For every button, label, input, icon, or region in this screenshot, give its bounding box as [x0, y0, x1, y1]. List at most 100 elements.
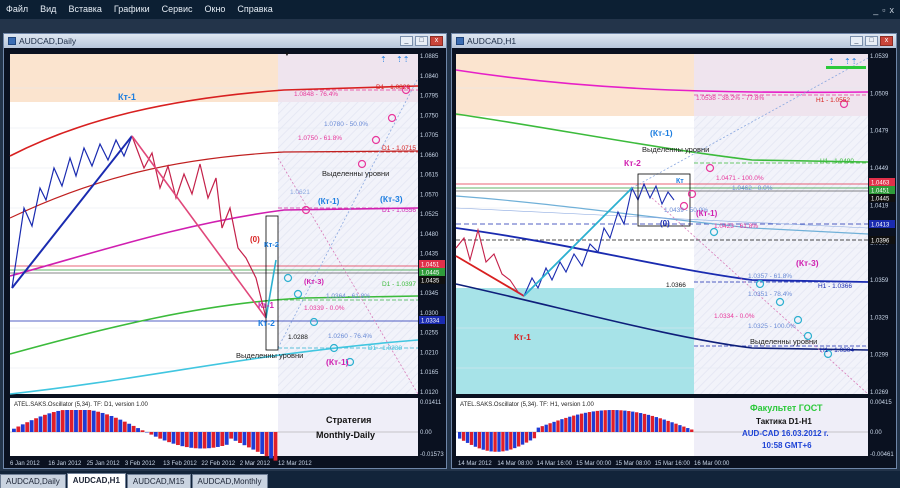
oscillator-bar: [269, 432, 273, 459]
oscillator-bar: [122, 421, 127, 432]
oscillator-bar: [16, 426, 21, 432]
oscillator-bar: [220, 432, 225, 446]
chart-area[interactable]: 1.0538 - 38.2% - 77.8% H1 - 1.0552 H1 - …: [452, 48, 896, 468]
oscillator-bar: [140, 430, 145, 432]
menu-file[interactable]: Файл: [0, 0, 34, 19]
minimize-button[interactable]: _: [850, 36, 863, 46]
restore-icon[interactable]: ▫: [882, 5, 885, 15]
price-tick: 1.0480: [420, 232, 439, 238]
oscillator-bar: [34, 418, 38, 432]
minimize-button[interactable]: _: [400, 36, 413, 46]
oscillator-bar: [465, 432, 470, 443]
oscillator-bar: [603, 410, 607, 432]
price-tick: 1.0840: [420, 74, 439, 80]
annotation-kt1-top: Кт-1: [118, 92, 136, 102]
tab-audcad-daily[interactable]: AUDCAD,Daily: [0, 474, 66, 488]
oscillator-bar: [520, 432, 525, 445]
oscillator-bar: [193, 432, 198, 449]
level-label: 1.0334 - 0.0%: [714, 313, 755, 320]
date-tick: 16 Mar 00:00: [694, 461, 730, 467]
level-label: 1.0471 - 100.0%: [716, 175, 764, 182]
maximize-button[interactable]: □: [415, 36, 428, 46]
price-tick: 1.0705: [420, 133, 439, 139]
oscillator-bar: [131, 425, 136, 432]
price-tick: 1.0419: [870, 203, 889, 209]
menu-charts[interactable]: Графики: [108, 0, 156, 19]
strategy-subtitle: Monthly-Daily: [316, 430, 375, 440]
chart-window-icon: [456, 37, 464, 45]
oscillator-bar: [127, 423, 132, 432]
oscillator-bar: [611, 410, 615, 432]
level-label: 1.0750 - 61.8%: [298, 135, 342, 142]
oscillator-bar: [556, 420, 560, 432]
price-tick: 1.0509: [870, 91, 889, 97]
oscillator-scale: 0.01411 0.00 -0.01573: [420, 400, 444, 458]
oscillator-bar: [595, 410, 599, 432]
close-icon[interactable]: x: [890, 5, 895, 15]
window-titlebar[interactable]: AUDCAD,H1 _ □ x: [452, 34, 896, 48]
window-titlebar[interactable]: AUDCAD,Daily _ □ x: [4, 34, 446, 48]
oscillator-bar: [619, 410, 623, 432]
oscillator-bar: [69, 410, 74, 432]
tab-audcad-monthly[interactable]: AUDCAD,Monthly: [191, 474, 268, 488]
menu-tools[interactable]: Сервис: [156, 0, 199, 19]
close-button[interactable]: x: [880, 36, 893, 46]
svg-text:0.01411: 0.01411: [420, 400, 442, 406]
annotation-levels-bottom: Выделенны уровни: [236, 351, 303, 360]
oscillator-bar: [638, 413, 643, 432]
date-tick: 3 Feb 2012: [125, 461, 156, 467]
oscillator-bar: [136, 428, 140, 432]
oscillator-bar: [654, 417, 658, 432]
tab-audcad-h1[interactable]: AUDCAD,H1: [66, 473, 126, 488]
level-label: 1.0423 - 61.8%: [714, 223, 758, 230]
svg-text:0.00: 0.00: [870, 430, 882, 436]
oscillator-bar: [662, 419, 666, 432]
level-label: 1.0325 - 100.0%: [748, 323, 796, 330]
chart-window-daily[interactable]: AUDCAD,Daily _ □ x 1.0848 - 76.4% D1 - 1…: [3, 33, 447, 469]
close-button[interactable]: x: [430, 36, 443, 46]
oscillator-bar: [38, 416, 43, 432]
app-window-controls: _ ▫ x: [873, 5, 900, 15]
menu-window[interactable]: Окно: [199, 0, 232, 19]
oscillator-bar: [273, 432, 278, 461]
tab-audcad-m15[interactable]: AUDCAD,M15: [126, 474, 191, 488]
oscillator-bar: [572, 415, 576, 432]
oscillator-bar: [82, 410, 87, 432]
oscillator-bar: [686, 428, 690, 432]
price-tag: 1.0445: [421, 271, 440, 277]
oscillator-bar: [255, 432, 260, 452]
level-label: D1 - 1.0715: [382, 145, 416, 152]
svg-text:-0.01573: -0.01573: [420, 452, 444, 458]
menu-bar: Файл Вид Вставка Графики Сервис Окно Спр…: [0, 0, 900, 19]
chart-window-h1[interactable]: AUDCAD,H1 _ □ x 1.0538 - 38.2% - 77.8% H…: [451, 33, 897, 469]
maximize-button[interactable]: □: [865, 36, 878, 46]
price-tick: 1.0345: [420, 291, 439, 297]
price-tick: 1.0570: [420, 192, 439, 198]
svg-text:0.00415: 0.00415: [870, 400, 892, 406]
menu-view[interactable]: Вид: [34, 0, 62, 19]
minimize-icon[interactable]: _: [873, 5, 878, 15]
oscillator-bar: [78, 410, 83, 432]
menu-help[interactable]: Справка: [231, 0, 278, 19]
price-tick: 1.0795: [420, 94, 439, 100]
oscillator-bar: [215, 432, 220, 447]
oscillator-bar: [642, 413, 647, 432]
chart-area[interactable]: 1.0848 - 76.4% D1 - 1.0826 1.0780 - 50.0…: [4, 48, 446, 468]
oscillator-bar: [524, 432, 529, 443]
chart-window-icon: [8, 37, 16, 45]
annotation-kt1-top: (Кт-1): [650, 128, 673, 138]
oscillator-bar: [211, 432, 216, 448]
menu-insert[interactable]: Вставка: [62, 0, 107, 19]
price-tick: 1.0525: [420, 212, 439, 218]
annotation-levels-top: Выделенны уровни: [642, 145, 709, 154]
oscillator-bar: [233, 432, 238, 441]
level-label: 1.0351 - 78.4%: [748, 291, 792, 298]
annotation-zero: (0): [250, 235, 260, 244]
price-tick: 1.0539: [870, 54, 889, 60]
date-tick: 15 Mar 16:00: [655, 461, 691, 467]
annotation-kt1-right: (Кт-1): [696, 209, 718, 218]
date-tick: 2 Mar 2012: [240, 461, 271, 467]
oscillator-bar: [505, 432, 509, 451]
annotation-levels-top: Выделенны уровни: [322, 169, 389, 178]
price-tick: 1.0449: [870, 166, 889, 172]
